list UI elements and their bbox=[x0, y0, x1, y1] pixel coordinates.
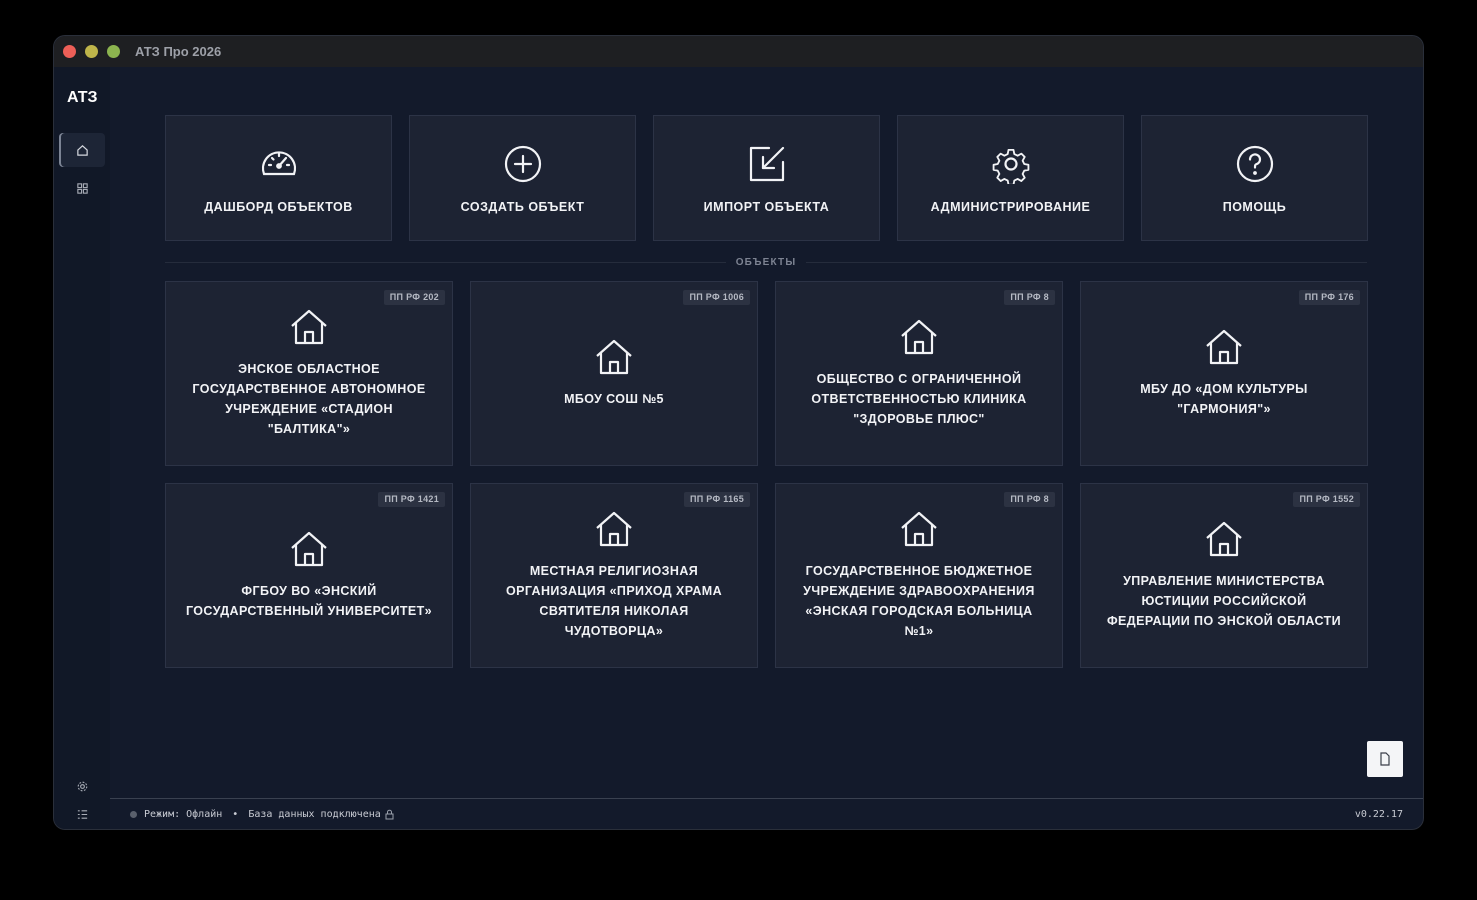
app-window: АТЗ Про 2026 АТЗ ДАШБОРД ОБЪЕКТОВ СОЗДАТ… bbox=[54, 36, 1423, 829]
object-card[interactable]: ПП РФ 202 ЭНСКОЕ ОБЛАСТНОЕ ГОСУДАРСТВЕНН… bbox=[165, 281, 453, 466]
action-label: СОЗДАТЬ ОБЪЕКТ bbox=[460, 200, 585, 214]
object-card[interactable]: ПП РФ 1421 ФГБОУ ВО «ЭНСКИЙ ГОСУДАРСТВЕН… bbox=[165, 483, 453, 668]
window-title: АТЗ Про 2026 bbox=[135, 44, 222, 59]
regulation-badge: ПП РФ 1552 bbox=[1293, 492, 1360, 507]
document-icon bbox=[1380, 752, 1390, 766]
connection-indicator bbox=[130, 810, 137, 818]
action-label: ДАШБОРД ОБЪЕКТОВ bbox=[204, 200, 353, 214]
sidebar-item-home[interactable] bbox=[59, 133, 105, 167]
minimize-window-button[interactable] bbox=[85, 45, 98, 58]
house-icon bbox=[901, 319, 937, 355]
mode-status: Режим: Офлайн bbox=[144, 808, 223, 820]
house-icon bbox=[1206, 521, 1242, 557]
object-name: МЕСТНАЯ РЕЛИГИОЗНАЯ ОРГАНИЗАЦИЯ «ПРИХОД … bbox=[505, 564, 723, 638]
object-card[interactable]: ПП РФ 1006 МБОУ СОШ №5 bbox=[470, 281, 758, 466]
title-bar: АТЗ Про 2026 bbox=[54, 36, 1423, 67]
administration-button[interactable]: АДМИНИСТРИРОВАНИЕ bbox=[897, 115, 1124, 241]
lock-icon bbox=[385, 809, 394, 819]
object-name: ОБЩЕСТВО С ОГРАНИЧЕННОЙ ОТВЕТСТВЕННОСТЬЮ… bbox=[811, 372, 1027, 426]
object-card[interactable]: ПП РФ 8 ОБЩЕСТВО С ОГРАНИЧЕННОЙ ОТВЕТСТВ… bbox=[775, 281, 1063, 466]
house-icon bbox=[596, 339, 632, 375]
close-window-button[interactable] bbox=[63, 45, 76, 58]
regulation-badge: ПП РФ 1006 bbox=[683, 290, 750, 305]
sidebar-list-button[interactable] bbox=[59, 797, 105, 829]
app-version: v0.22.17 bbox=[1354, 808, 1403, 820]
import-icon bbox=[749, 146, 784, 182]
main-content: ДАШБОРД ОБЪЕКТОВ СОЗДАТЬ ОБЪЕКТ ИМПОРТ О… bbox=[110, 67, 1423, 798]
app-logo: АТЗ bbox=[67, 89, 98, 106]
house-icon bbox=[291, 531, 327, 567]
regulation-badge: ПП РФ 1165 bbox=[683, 492, 750, 507]
regulation-badge: ПП РФ 8 bbox=[1004, 492, 1055, 507]
notes-button[interactable] bbox=[1367, 741, 1403, 777]
house-icon bbox=[291, 309, 327, 345]
section-divider: ОБЪЕКТЫ bbox=[165, 254, 1368, 270]
regulation-badge: ПП РФ 176 bbox=[1298, 290, 1360, 305]
object-name: ГОСУДАРСТВЕННОЕ БЮДЖЕТНОЕ УЧРЕЖДЕНИЕ ЗДР… bbox=[803, 564, 1035, 638]
help-icon bbox=[1236, 145, 1273, 183]
grid-icon bbox=[76, 182, 88, 194]
section-title: ОБЪЕКТЫ bbox=[735, 256, 797, 268]
dashboard-button[interactable]: ДАШБОРД ОБЪЕКТОВ bbox=[165, 115, 392, 241]
object-name: ЭНСКОЕ ОБЛАСТНОЕ ГОСУДАРСТВЕННОЕ АВТОНОМ… bbox=[192, 362, 426, 436]
sidebar-item-grid[interactable] bbox=[59, 171, 105, 205]
gear-icon bbox=[77, 781, 87, 791]
regulation-badge: ПП РФ 1421 bbox=[378, 492, 445, 507]
regulation-badge: ПП РФ 8 bbox=[1004, 290, 1055, 305]
plus-circle-icon bbox=[504, 145, 541, 183]
house-icon bbox=[1206, 329, 1242, 365]
object-card[interactable]: ПП РФ 1165 МЕСТНАЯ РЕЛИГИОЗНАЯ ОРГАНИЗАЦ… bbox=[470, 483, 758, 668]
window-controls bbox=[63, 45, 120, 58]
object-name: МБОУ СОШ №5 bbox=[564, 392, 664, 406]
help-button[interactable]: ПОМОЩЬ bbox=[1141, 115, 1368, 241]
database-status: База данных подключена bbox=[248, 808, 381, 820]
house-icon bbox=[901, 511, 937, 547]
object-name: ФГБОУ ВО «ЭНСКИЙ ГОСУДАРСТВЕННЫЙ УНИВЕРС… bbox=[185, 584, 433, 618]
object-name: МБУ ДО «ДОМ КУЛЬТУРЫ "ГАРМОНИЯ"» bbox=[1140, 382, 1308, 416]
import-object-button[interactable]: ИМПОРТ ОБЪЕКТА bbox=[653, 115, 880, 241]
status-bar: Режим: Офлайн • База данных подключена v… bbox=[110, 798, 1423, 829]
speedometer-icon bbox=[261, 151, 296, 176]
home-icon bbox=[76, 144, 88, 156]
object-card[interactable]: ПП РФ 8 ГОСУДАРСТВЕННОЕ БЮДЖЕТНОЕ УЧРЕЖД… bbox=[775, 483, 1063, 668]
list-icon bbox=[77, 809, 87, 819]
create-object-button[interactable]: СОЗДАТЬ ОБЪЕКТ bbox=[409, 115, 636, 241]
house-icon bbox=[596, 511, 632, 547]
action-label: ИМПОРТ ОБЪЕКТА bbox=[703, 200, 830, 214]
status-separator: • bbox=[232, 808, 239, 820]
object-card[interactable]: ПП РФ 176 МБУ ДО «ДОМ КУЛЬТУРЫ "ГАРМОНИЯ… bbox=[1080, 281, 1368, 466]
regulation-badge: ПП РФ 202 bbox=[383, 290, 445, 305]
zoom-window-button[interactable] bbox=[107, 45, 120, 58]
action-label: АДМИНИСТРИРОВАНИЕ bbox=[930, 200, 1091, 214]
object-card[interactable]: ПП РФ 1552 УПРАВЛЕНИЕ МИНИСТЕРСТВА ЮСТИЦ… bbox=[1080, 483, 1368, 668]
gear-icon bbox=[992, 148, 1029, 184]
action-label: ПОМОЩЬ bbox=[1222, 200, 1287, 214]
object-name: УПРАВЛЕНИЕ МИНИСТЕРСТВА ЮСТИЦИИ РОССИЙСК… bbox=[1106, 574, 1342, 628]
sidebar: АТЗ bbox=[54, 67, 110, 829]
